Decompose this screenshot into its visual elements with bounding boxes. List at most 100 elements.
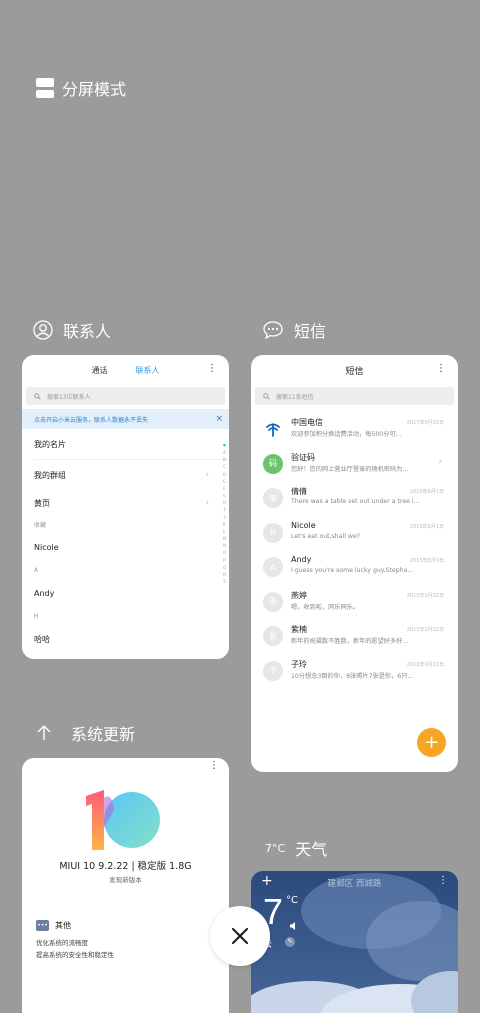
search-icon [263, 392, 270, 400]
my-groups-row[interactable]: 我的群组 › [22, 460, 229, 490]
close-icon[interactable]: × [215, 414, 223, 424]
list-item[interactable]: Andy [22, 578, 229, 608]
alphabet-letter[interactable]: E [221, 479, 228, 486]
update-app-header: 系统更新 [35, 721, 135, 745]
sms-preview: 您好！您的网上营业厅登录的随机密码为... [291, 465, 409, 473]
my-groups-label: 我的群组 [34, 470, 66, 480]
sms-thread-item[interactable]: 紫紫楠 新年的祝福数不胜数，新年的愿望好多好... 2013年2月22日 [251, 620, 458, 655]
favorites-header: 收藏 [34, 521, 47, 529]
tab-contacts[interactable]: 联系人 [136, 365, 160, 376]
alphabet-letter[interactable]: P [221, 558, 228, 565]
other-section-header: ••• 其他 [36, 920, 114, 931]
alphabet-letter[interactable]: O [221, 550, 228, 557]
sms-search-placeholder: 搜索11条短信 [276, 393, 314, 401]
close-icon [231, 927, 249, 945]
more-icon[interactable]: ⋮ [436, 363, 446, 374]
alphabet-letter[interactable]: F [221, 486, 228, 493]
weather-icon: 7°C [265, 841, 286, 855]
alphabet-letter[interactable]: C [221, 464, 228, 471]
alphabet-letter[interactable]: B [221, 457, 228, 464]
contacts-search-placeholder: 搜索13位联系人 [47, 393, 91, 401]
split-screen-icon [36, 78, 54, 98]
alphabet-letter[interactable]: ♥ [221, 443, 228, 450]
avatar [263, 419, 283, 439]
upload-arrow-icon [37, 725, 51, 740]
contact-name: Andy [34, 588, 55, 598]
alphabet-letter[interactable]: M [221, 536, 228, 543]
sms-thread-item[interactable]: 燕燕婷 嗯，收到啦，同乐同乐。 2013年2月22日 [251, 586, 458, 621]
weather-card[interactable]: + 建邺区 西城路 ⋮ 7 °C 云 ✎ [251, 871, 458, 1013]
alphabet-letter[interactable]: G [221, 493, 228, 500]
split-screen-button[interactable]: 分屏模式 [36, 76, 126, 100]
miui10-logo [86, 790, 160, 850]
alphabet-letter[interactable]: Q [221, 565, 228, 572]
alphabet-letter[interactable]: R [221, 572, 228, 579]
alphabet-letter[interactable]: A [221, 450, 228, 457]
list-item[interactable]: 哈哈 [22, 624, 229, 654]
sms-thread-item[interactable]: A Andy I guess you're some lucky guy.Steph… [251, 551, 458, 586]
sms-search-input[interactable]: 搜索11条短信 [255, 387, 454, 405]
alphabet-letter[interactable]: S [221, 579, 228, 586]
sms-app-name: 短信 [294, 322, 327, 341]
sms-preview: I guess you're some lucky guy.Stepha... [291, 567, 414, 574]
sms-card[interactable]: 短信 ⋮ 搜索11条短信 中国电信 欢迎参加积分换话费活动，每500分可... 20… [251, 355, 458, 772]
version-text: MIUI 10 9.2.22 | 稳定版 1.8G [59, 861, 192, 872]
new-version-text: 发现新版本 [109, 876, 142, 884]
avatar: N [263, 522, 283, 543]
sms-date: 2013年2月22日 [406, 627, 444, 633]
tab-calls[interactable]: 通话 [92, 365, 108, 376]
avatar: 燕 [263, 591, 283, 612]
contacts-app-header: 联系人 [33, 318, 111, 342]
list-icon: ••• [36, 920, 49, 931]
new-message-button[interactable]: + [417, 728, 446, 757]
alphabet-letter[interactable]: K [221, 522, 228, 529]
sms-date: 2017年9月30日 [406, 420, 444, 426]
contacts-tab-bar: 通话 联系人 ⋮ [22, 355, 229, 385]
alphabet-letter[interactable]: H [221, 500, 228, 507]
chevron-right-icon: › [438, 456, 442, 467]
contacts-search-input[interactable]: 搜索13位联系人 [26, 387, 225, 405]
chevron-right-icon: › [205, 498, 209, 508]
sms-preview: There was a table set out under a tree i… [291, 498, 420, 505]
sms-date: 2015年6月1日 [409, 523, 444, 530]
sms-date: 2013年2月22日 [406, 661, 444, 668]
section-header-a: A [34, 566, 39, 574]
cloud-illustration [251, 873, 458, 1013]
sms-thread-item[interactable]: 中国电信 欢迎参加积分换话费活动，每500分可... 2017年9月30日 [251, 413, 458, 448]
contacts-card[interactable]: 通话 联系人 ⋮ 搜索13位联系人 点击开启小米云服务，联系人数据永不丢失 × … [22, 355, 229, 659]
contact-name: 哈哈 [34, 634, 50, 644]
list-item[interactable]: Nicole [22, 532, 229, 562]
alphabet-letter[interactable]: L [221, 529, 228, 536]
changelog-line: 优化系统的流畅度 [36, 939, 88, 947]
alphabet-letter[interactable]: N [221, 543, 228, 550]
more-icon[interactable]: ⋮ [207, 363, 217, 374]
yellow-pages-row[interactable]: 黄页 › [22, 490, 229, 516]
plus-icon: + [423, 732, 440, 753]
sms-thread-item[interactable]: 倩倩倩 There was a table set out under a tre… [251, 482, 458, 517]
sms-preview: 欢迎参加积分换话费活动，每500分可... [291, 431, 402, 438]
alphabet-letter[interactable]: I [221, 507, 228, 514]
avatar: 倩 [263, 488, 283, 508]
sms-list: 中国电信 欢迎参加积分换话费活动，每500分可... 2017年9月30日码验证码您… [251, 413, 458, 689]
sms-thread-item[interactable]: 码验证码 您好！您的网上营业厅登录的随机密码为... › [251, 448, 458, 483]
cloud-banner[interactable]: 点击开启小米云服务，联系人数据永不丢失 × [22, 409, 229, 429]
page-title: 短信 [345, 366, 364, 377]
weather-app-name: 天气 [295, 840, 328, 859]
sms-thread-item[interactable]: N Nicole Let's eat out,shall we? 2015年6月1日 [251, 517, 458, 552]
changelog-line: 提高系统的安全性和稳定性 [36, 951, 114, 959]
chat-bubble-icon [263, 321, 283, 340]
update-card[interactable]: ⋮ MIUI 10 9.2.22 | 稳定版 1.8G 发现新版本 ••• 其他… [22, 758, 229, 1013]
alphabet-letter[interactable]: D [221, 472, 228, 479]
clear-all-button[interactable] [210, 906, 270, 966]
more-icon[interactable]: ⋮ [209, 760, 219, 771]
search-icon [34, 392, 41, 400]
sms-date: 2013年2月22日 [406, 592, 444, 599]
sms-sender: 验证码 [291, 452, 315, 462]
alphabet-index[interactable]: ♥ A B C D E F G H I J K L M N O P Q R S [221, 443, 228, 586]
person-icon [33, 320, 53, 340]
yellow-pages-label: 黄页 [34, 498, 50, 508]
alphabet-letter[interactable]: J [221, 515, 228, 522]
sms-thread-item[interactable]: 子子玲 10分想念3倒的你，8张照片7张是你，6只... 2013年2月22日 [251, 655, 458, 690]
my-card-row[interactable]: 我的名片 [22, 429, 229, 459]
avatar: 紫 [263, 626, 283, 646]
